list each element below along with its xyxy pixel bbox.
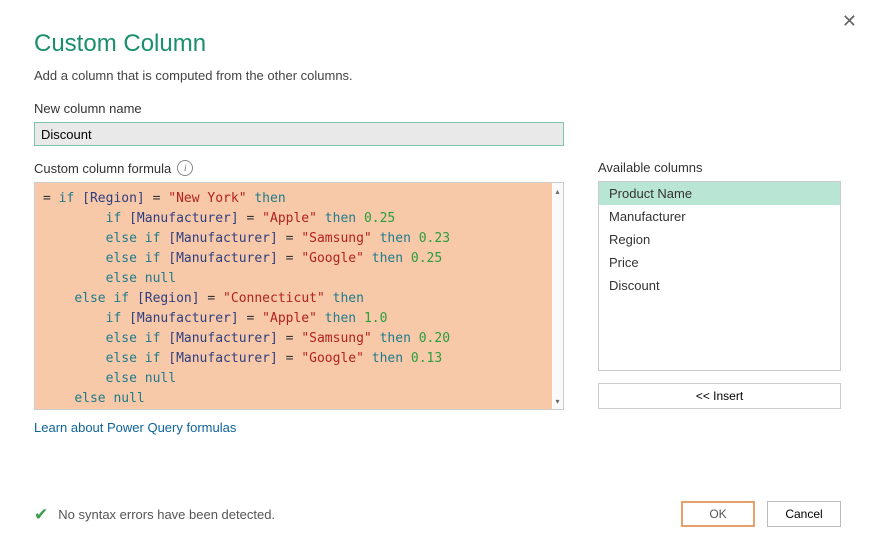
learn-link[interactable]: Learn about Power Query formulas <box>34 420 236 435</box>
custom-formula-label: Custom column formula <box>34 161 171 176</box>
close-icon[interactable]: ✕ <box>842 12 857 30</box>
formula-scrollbar[interactable]: ▴ ▾ <box>552 183 563 409</box>
available-column-item[interactable]: Product Name <box>599 182 840 205</box>
checkmark-icon: ✔ <box>34 506 48 523</box>
dialog-subtitle: Add a column that is computed from the o… <box>34 68 841 83</box>
available-column-item[interactable]: Region <box>599 228 840 251</box>
scroll-up-icon[interactable]: ▴ <box>552 183 563 199</box>
new-column-name-input[interactable] <box>34 122 564 146</box>
available-columns-label: Available columns <box>598 160 841 175</box>
available-column-item[interactable]: Manufacturer <box>599 205 840 228</box>
scroll-down-icon[interactable]: ▾ <box>552 393 563 409</box>
dialog-title: Custom Column <box>34 30 841 58</box>
status-text: No syntax errors have been detected. <box>58 507 275 522</box>
cancel-button[interactable]: Cancel <box>767 501 841 527</box>
available-column-item[interactable]: Discount <box>599 274 840 297</box>
ok-button[interactable]: OK <box>681 501 755 527</box>
formula-editor-wrap: = if [Region] = "New York" then if [Manu… <box>34 182 564 410</box>
available-columns-list: Product NameManufacturerRegionPriceDisco… <box>598 181 841 371</box>
insert-button[interactable]: << Insert <box>598 383 841 409</box>
available-column-item[interactable]: Price <box>599 251 840 274</box>
formula-editor[interactable]: = if [Region] = "New York" then if [Manu… <box>35 183 554 409</box>
custom-column-dialog: ✕ Custom Column Add a column that is com… <box>0 0 875 549</box>
new-column-name-label: New column name <box>34 101 841 116</box>
info-icon[interactable]: i <box>177 160 193 176</box>
